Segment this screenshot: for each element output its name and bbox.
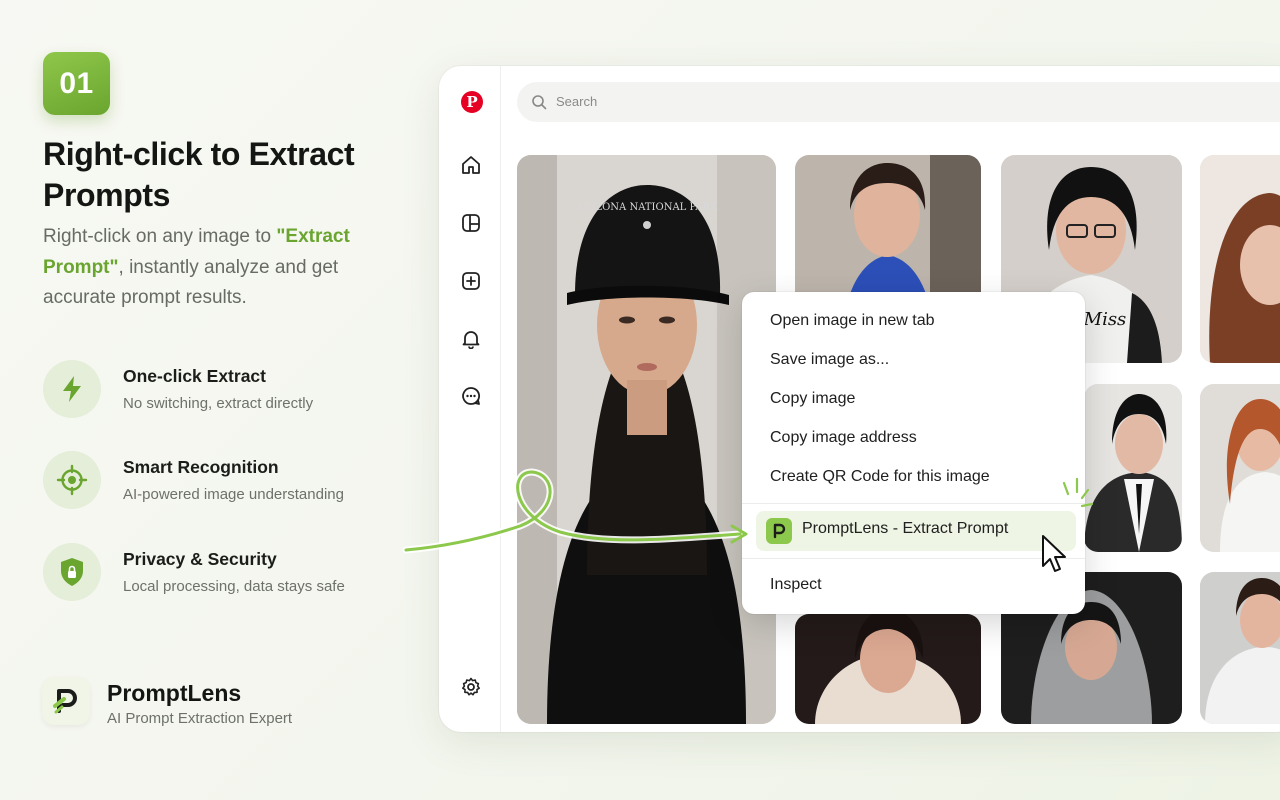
description-text-1: Right-click on any image to bbox=[43, 226, 277, 247]
menu-divider bbox=[742, 558, 1085, 559]
feature-title: Privacy & Security bbox=[123, 549, 277, 569]
shield-lock-icon bbox=[43, 543, 101, 601]
feature-smart-recognition: Smart Recognition AI-powered image under… bbox=[43, 451, 383, 511]
brand-name: PromptLens bbox=[107, 680, 242, 706]
menu-item-label: PromptLens - Extract Prompt bbox=[802, 520, 1009, 537]
step-number-badge: 01 bbox=[43, 52, 110, 115]
messages-icon[interactable] bbox=[460, 385, 482, 407]
create-icon[interactable] bbox=[460, 270, 482, 292]
feature-subtitle: Local processing, data stays safe bbox=[123, 578, 345, 595]
pinterest-logo-icon[interactable]: P bbox=[461, 91, 483, 113]
brand-tagline: AI Prompt Extraction Expert bbox=[107, 710, 293, 727]
svg-text:ARIZONA NATIONAL PARK: ARIZONA NATIONAL PARK bbox=[575, 202, 718, 213]
menu-item-inspect[interactable]: Inspect bbox=[770, 574, 822, 596]
feature-subtitle: No switching, extract directly bbox=[123, 395, 314, 412]
pin-image[interactable] bbox=[795, 614, 981, 724]
pin-image[interactable] bbox=[1200, 572, 1280, 724]
brand-footer: PromptLens AI Prompt Extraction Expert bbox=[42, 677, 362, 731]
menu-item-open-new-tab[interactable]: Open image in new tab bbox=[770, 310, 935, 332]
feature-subtitle: AI-powered image understanding bbox=[123, 486, 344, 503]
target-icon bbox=[43, 451, 101, 509]
feature-title: Smart Recognition bbox=[123, 457, 279, 477]
promptlens-icon bbox=[766, 518, 792, 544]
search-input[interactable]: Search bbox=[517, 82, 1280, 122]
lightning-icon bbox=[43, 360, 101, 418]
pin-image[interactable] bbox=[1084, 384, 1182, 552]
step-number: 01 bbox=[59, 66, 94, 100]
pinterest-sidebar: P bbox=[439, 66, 501, 732]
menu-item-create-qr-code[interactable]: Create QR Code for this image bbox=[770, 466, 990, 488]
pin-image-main[interactable]: ARIZONA NATIONAL PARK bbox=[517, 155, 776, 724]
menu-item-copy-image-address[interactable]: Copy image address bbox=[770, 427, 917, 449]
menu-item-promptlens-extract[interactable]: PromptLens - Extract Prompt bbox=[756, 511, 1076, 551]
home-icon[interactable] bbox=[460, 154, 482, 176]
menu-item-save-image[interactable]: Save image as... bbox=[770, 349, 889, 371]
notifications-icon[interactable] bbox=[460, 328, 482, 350]
menu-item-copy-image[interactable]: Copy image bbox=[770, 388, 855, 410]
page-title: Right-click to Extract Prompts bbox=[43, 136, 355, 213]
feature-privacy-security: Privacy & Security Local processing, dat… bbox=[43, 543, 383, 603]
menu-divider bbox=[742, 503, 1085, 504]
feature-title: One-click Extract bbox=[123, 366, 266, 386]
context-menu: Open image in new tab Save image as... C… bbox=[742, 292, 1085, 614]
promptlens-logo-icon bbox=[42, 677, 90, 725]
search-placeholder: Search bbox=[556, 94, 598, 109]
description: Right-click on any image to "Extract Pro… bbox=[43, 222, 373, 314]
settings-icon[interactable] bbox=[460, 676, 482, 698]
search-icon bbox=[532, 95, 547, 110]
board-icon[interactable] bbox=[460, 212, 482, 234]
pin-image[interactable] bbox=[1200, 384, 1280, 552]
feature-one-click: One-click Extract No switching, extract … bbox=[43, 360, 383, 420]
pin-image[interactable] bbox=[1200, 155, 1280, 363]
